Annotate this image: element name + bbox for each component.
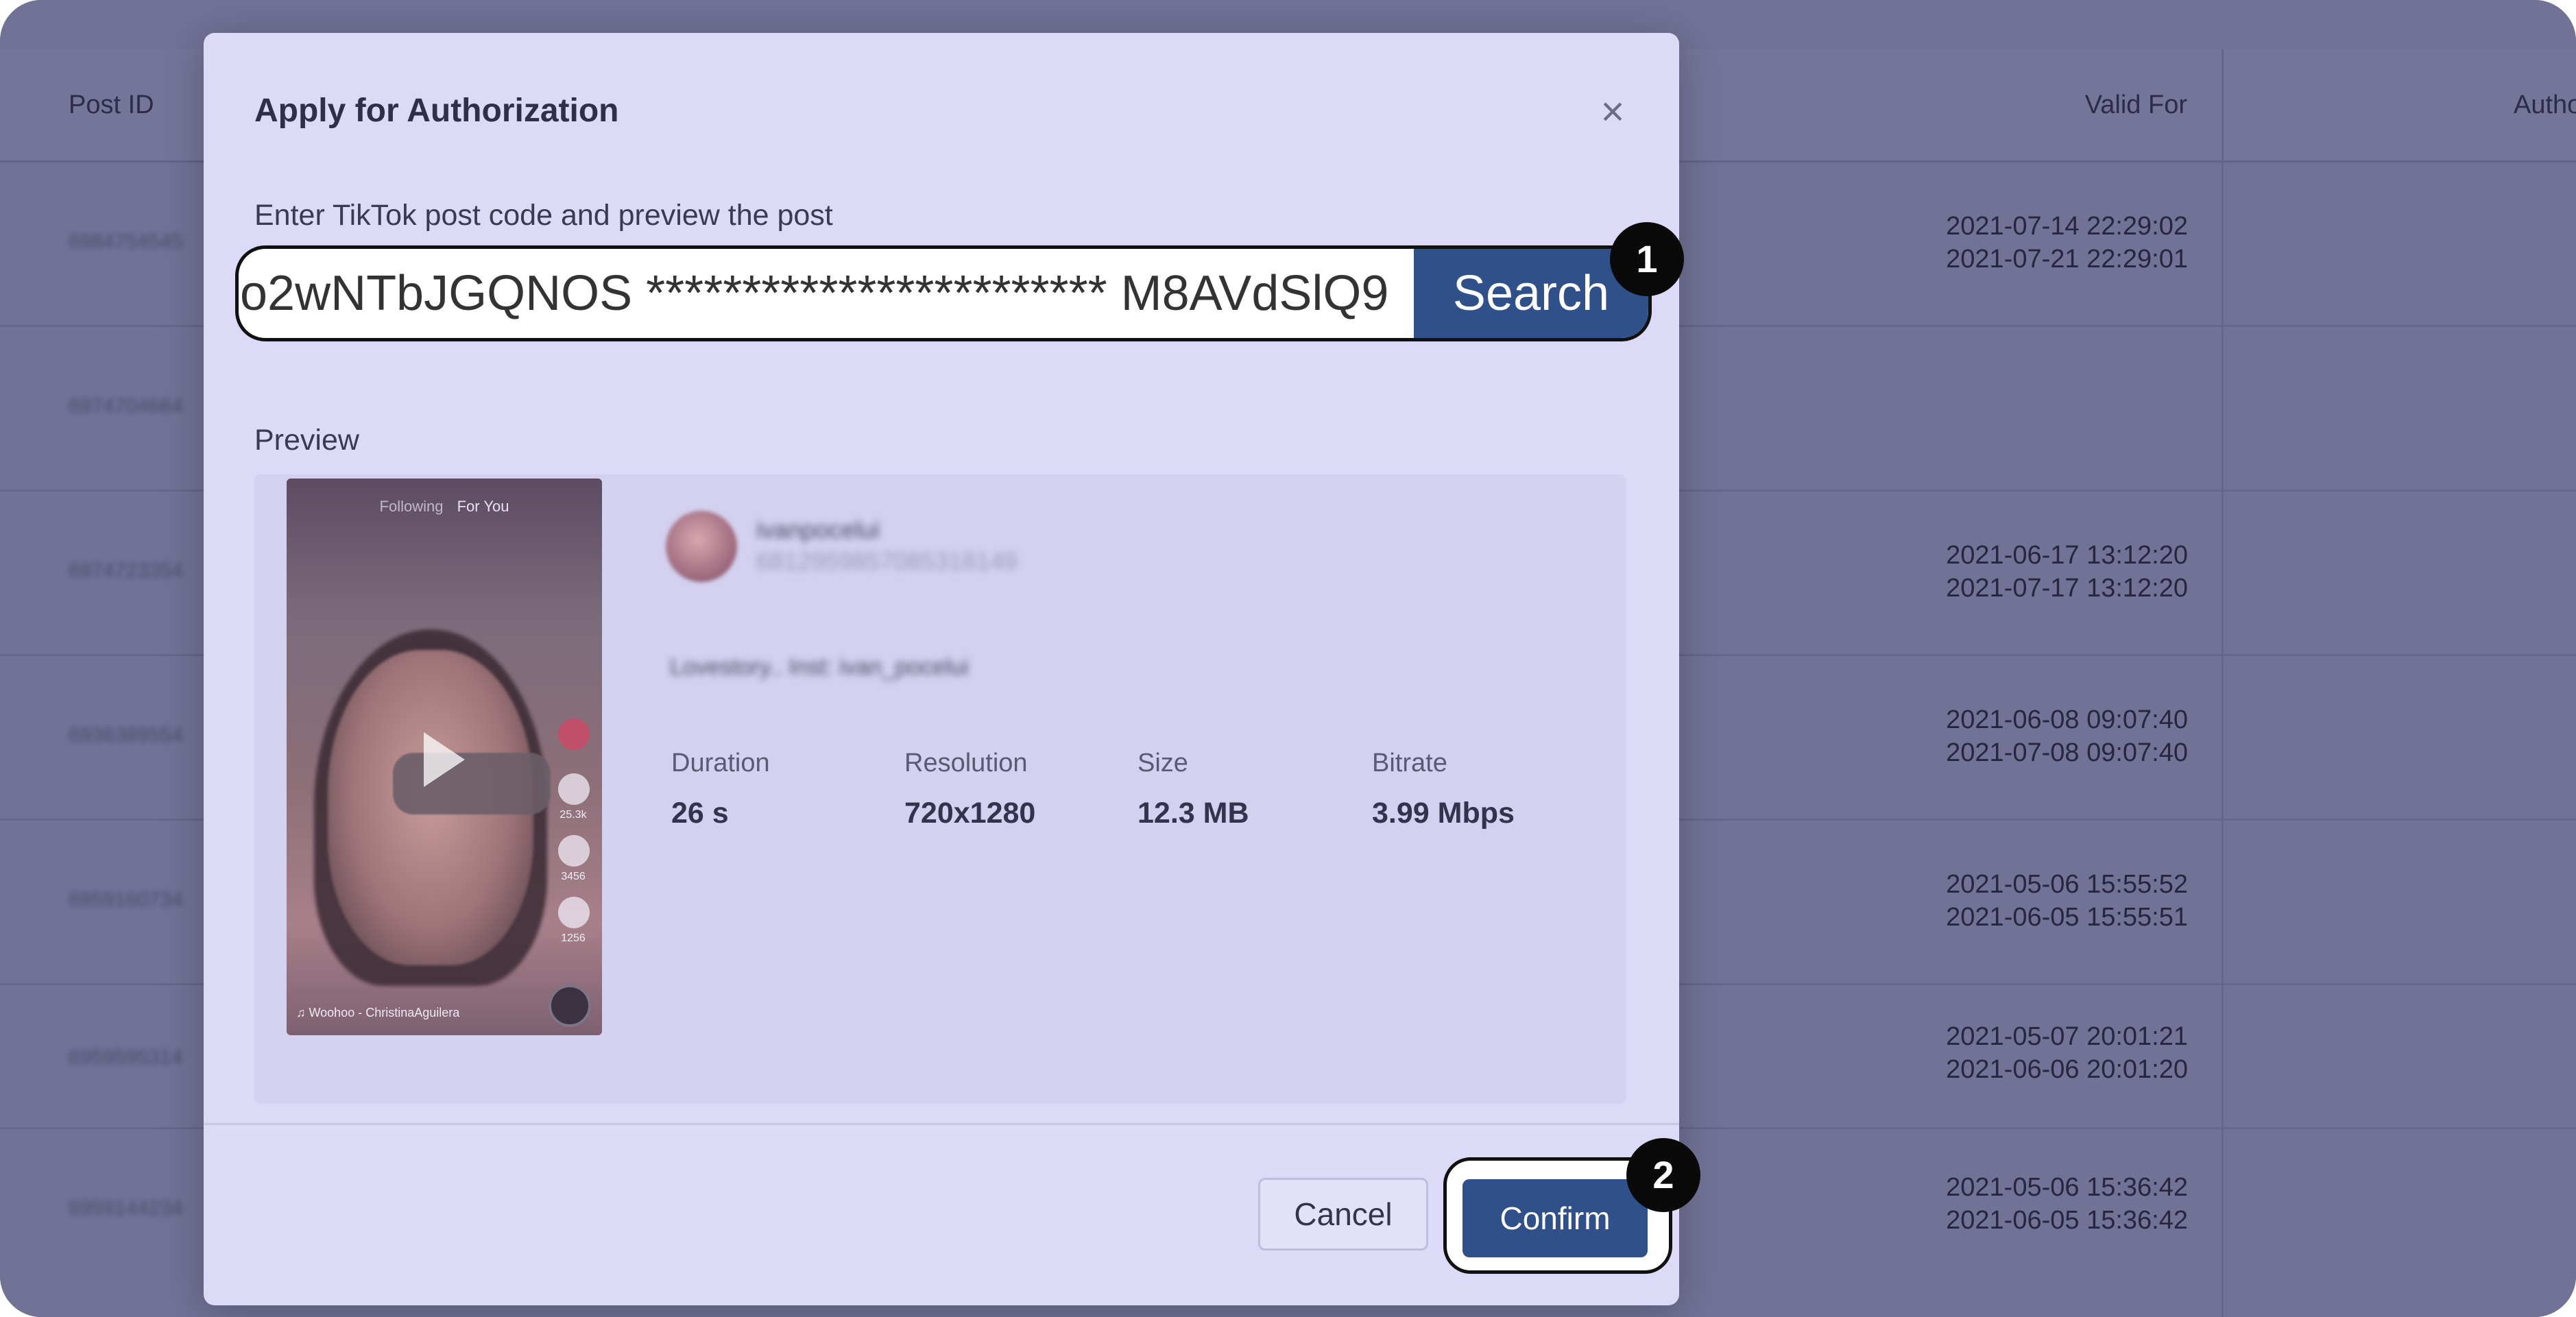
row-valid-from: 2021-05-07 20:01:21: [1946, 1022, 2188, 1051]
col-authorization: Autho: [2514, 90, 2576, 119]
row-valid-to: 2021-07-21 22:29:01: [1946, 245, 2188, 274]
author-name: ivanpocelui: [756, 516, 880, 544]
comment-icon: [558, 835, 590, 867]
video-thumbnail[interactable]: Following For You 25.3k 3456 1256 ♫ Wooh…: [287, 479, 602, 1035]
row-post-id: 6974723354: [69, 559, 183, 582]
video-music: ♫ Woohoo - ChristinaAguilera: [296, 1006, 460, 1019]
search-group: o2wNTbJGQNOS ************************ M8…: [235, 245, 1652, 341]
confirm-button[interactable]: Confirm: [1462, 1179, 1648, 1257]
bitrate-value: 3.99 Mbps: [1372, 797, 1515, 830]
row-post-id: 6959160734: [69, 889, 183, 911]
row-post-id: 6984754545: [69, 230, 183, 253]
row-valid-from: 2021-06-17 13:12:20: [1946, 541, 2188, 570]
row-valid-to: 2021-07-17 13:12:20: [1946, 574, 2188, 603]
col-post-id: Post ID: [69, 90, 154, 119]
col-valid-for: Valid For: [2084, 90, 2187, 119]
likes-count: 25.3k: [559, 809, 587, 821]
bitrate-label: Bitrate: [1372, 749, 1447, 777]
modal-title: Apply for Authorization: [254, 93, 619, 129]
heart-icon: [558, 773, 590, 805]
following-tab: Following: [379, 498, 444, 515]
row-post-id: 6959595314: [69, 1046, 183, 1069]
video-glasses: [393, 753, 551, 814]
duration-label: Duration: [671, 749, 770, 777]
cancel-button[interactable]: Cancel: [1258, 1178, 1428, 1250]
shares-count: 1256: [561, 932, 586, 944]
share-icon: [558, 897, 590, 928]
size-label: Size: [1137, 749, 1188, 777]
play-icon[interactable]: [424, 732, 465, 787]
video-feed-tabs: Following For You: [287, 498, 602, 516]
post-code-label: Enter TikTok post code and preview the p…: [254, 199, 833, 232]
duration-value: 26 s: [671, 797, 729, 830]
avatar: [666, 511, 737, 582]
row-post-id: 6936389554: [69, 724, 183, 747]
creator-avatar-icon: [558, 718, 590, 750]
music-disc-icon: [549, 984, 591, 1027]
preview-label: Preview: [254, 424, 359, 457]
row-valid-to: 2021-06-05 15:55:51: [1946, 903, 2188, 932]
comments-count: 3456: [561, 871, 586, 882]
step-badge-2: 2: [1626, 1138, 1700, 1212]
step-badge-1: 1: [1610, 222, 1684, 296]
row-valid-from: 2021-05-06 15:55:52: [1946, 870, 2188, 899]
row-post-id: 6959144234: [69, 1197, 183, 1220]
row-valid-to: 2021-06-06 20:01:20: [1946, 1055, 2188, 1084]
author-id: 6812959857085318149: [756, 547, 1018, 575]
for-you-tab: For You: [457, 498, 509, 515]
row-post-id: 6974704664: [69, 395, 183, 418]
row-valid-to: 2021-07-08 09:07:40: [1946, 738, 2188, 767]
row-valid-from: 2021-07-14 22:29:02: [1946, 212, 2188, 241]
authorization-modal: Apply for Authorization × Enter TikTok p…: [204, 33, 1679, 1305]
close-icon[interactable]: ×: [1594, 91, 1631, 132]
resolution-label: Resolution: [904, 749, 1028, 777]
post-caption: Lovestory.. Inst: ivan_pocelui: [670, 654, 969, 680]
footer-divider: [204, 1123, 1679, 1125]
screen-frame: Post ID Valid For Autho 6984754545 69747…: [0, 0, 2576, 1317]
row-valid-to: 2021-06-05 15:36:42: [1946, 1206, 2188, 1235]
resolution-value: 720x1280: [904, 797, 1036, 830]
row-valid-from: 2021-05-06 15:36:42: [1946, 1173, 2188, 1202]
size-value: 12.3 MB: [1137, 797, 1249, 830]
row-valid-from: 2021-06-08 09:07:40: [1946, 705, 2188, 734]
post-code-input[interactable]: o2wNTbJGQNOS ************************ M8…: [239, 249, 1414, 338]
